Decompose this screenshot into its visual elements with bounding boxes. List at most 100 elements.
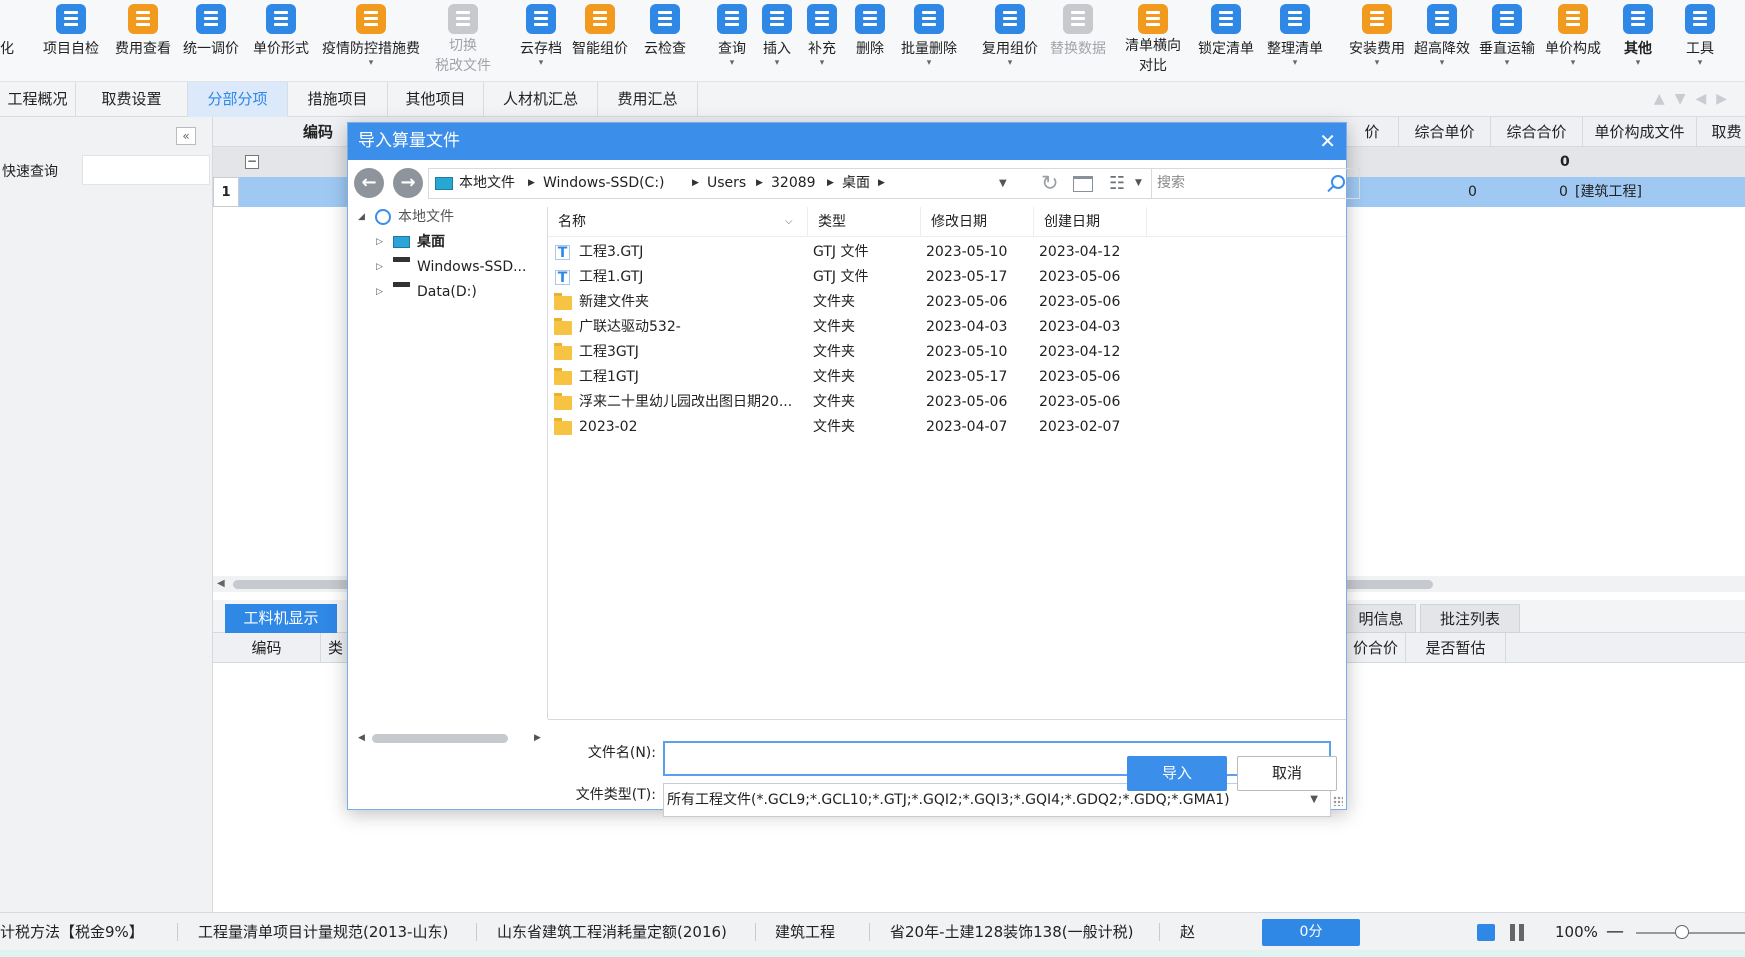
switch-tax-button[interactable]: 切换 税改文件	[432, 0, 494, 82]
tab-fee-settings[interactable]: 取费设置	[76, 82, 188, 117]
view-mode-icon[interactable]: ☷	[1109, 174, 1125, 194]
quick-search-input[interactable]	[82, 155, 210, 185]
resize-grip-icon[interactable]	[1333, 796, 1343, 806]
tab-project-overview[interactable]: 工程概况	[0, 82, 76, 117]
chevron-right-icon[interactable]: ▶	[827, 169, 834, 198]
chevron-right-icon[interactable]: ▶	[878, 169, 885, 198]
collapse-icon[interactable]: «	[176, 127, 196, 145]
tree-item-desktop[interactable]: 桌面	[417, 232, 445, 252]
chevron-right-icon[interactable]: ▶	[756, 169, 763, 198]
column-name[interactable]: 名称	[548, 207, 808, 237]
breadcrumb-desktop[interactable]: 桌面	[842, 169, 870, 198]
tree-item-local-files[interactable]: 本地文件	[398, 207, 454, 227]
column-type[interactable]: 类型	[808, 207, 921, 237]
folder-row[interactable]: 新建文件夹 文件夹 2023-05-06 2023-05-06	[548, 290, 1346, 315]
vertical-transport-button[interactable]: 垂直运输 ▾	[1476, 0, 1538, 82]
toolbar-item-partial[interactable]: 化	[0, 0, 14, 82]
high-rise-button[interactable]: 超高降效 ▾	[1411, 0, 1473, 82]
tab-labor-material-display[interactable]: 工料机显示	[225, 604, 337, 633]
scrollbar-thumb[interactable]	[372, 734, 508, 743]
tree-horizontal-scrollbar[interactable]: ◀ ▶	[348, 729, 548, 747]
breadcrumb-users[interactable]: Users	[707, 169, 746, 198]
query-button[interactable]: 查询 ▾	[712, 0, 752, 82]
breadcrumb-user-folder[interactable]: 32089	[771, 169, 816, 198]
expand-down-icon[interactable]: ◢	[358, 207, 365, 227]
chevron-down-icon[interactable]: ▼	[1135, 169, 1142, 198]
tab-detail-info[interactable]: 明信息	[1346, 604, 1416, 633]
column-modified[interactable]: 修改日期	[921, 207, 1034, 237]
filename-input[interactable]	[663, 741, 1331, 776]
folder-row[interactable]: 广联达驱动532- 文件夹 2023-04-03 2023-04-03	[548, 315, 1346, 340]
forward-arrow-icon[interactable]: →	[393, 168, 423, 198]
organize-list-button[interactable]: 整理清单 ▾	[1264, 0, 1326, 82]
navigation-arrows-icon[interactable]: ▲▼◀▶	[1654, 91, 1737, 107]
folder-row[interactable]: 工程3GTJ 文件夹 2023-05-10 2023-04-12	[548, 340, 1346, 365]
breadcrumb[interactable]: 本地文件 ▶ Windows-SSD(C:) ▶ Users ▶ 32089 ▶…	[429, 169, 1024, 198]
unit-price-form-button[interactable]: 单价形式	[250, 0, 312, 82]
sort-down-icon[interactable]: ⌵	[785, 207, 793, 237]
search-input[interactable]	[1155, 171, 1315, 195]
tab-fee-summary[interactable]: 费用汇总	[598, 82, 698, 117]
tab-annotation-list[interactable]: 批注列表	[1420, 604, 1520, 633]
cancel-button[interactable]: 取消	[1237, 756, 1337, 791]
zoom-out-button[interactable]: —	[1606, 913, 1624, 951]
fee-view-button[interactable]: 费用查看	[112, 0, 174, 82]
tab-other-items[interactable]: 其他项目	[388, 82, 484, 117]
project-check-button[interactable]: 项目自检	[40, 0, 102, 82]
tab-measures[interactable]: 措施项目	[288, 82, 388, 117]
install-fee-button[interactable]: 安装费用 ▾	[1346, 0, 1408, 82]
delete-button[interactable]: 删除	[850, 0, 890, 82]
file-row[interactable]: T 工程1.GTJ GTJ 文件 2023-05-17 2023-05-06	[548, 265, 1346, 290]
collapse-minus-icon[interactable]: −	[245, 155, 259, 169]
folder-row[interactable]: 工程1GTJ 文件夹 2023-05-17 2023-05-06	[548, 365, 1346, 390]
expand-right-icon[interactable]: ▷	[376, 257, 383, 277]
back-arrow-icon[interactable]: ←	[354, 168, 384, 198]
chevron-right-icon[interactable]: ▶	[528, 169, 535, 198]
lower-header-total-price: 价合价	[1346, 633, 1406, 663]
lock-list-button[interactable]: 锁定清单	[1195, 0, 1257, 82]
folder-row[interactable]: 浮来二十里幼儿园改出图日期20... 文件夹 2023-05-06 2023-0…	[548, 390, 1346, 415]
refresh-icon[interactable]: ↻	[1041, 170, 1059, 197]
file-created: 2023-04-03	[1039, 319, 1121, 335]
chevron-down-icon[interactable]: ▼	[999, 169, 1007, 198]
breadcrumb-local-files[interactable]: 本地文件	[459, 169, 515, 198]
cloud-save-button[interactable]: 云存档 ▾	[510, 0, 572, 82]
filetype-select[interactable]: 所有工程文件(*.GCL9;*.GCL10;*.GTJ;*.GQI2;*.GQI…	[663, 783, 1331, 817]
split-view-icon[interactable]	[1510, 924, 1524, 941]
list-compare-button[interactable]: 清单横向 对比	[1122, 0, 1184, 82]
tab-labor-material-summary[interactable]: 人材机汇总	[484, 82, 598, 117]
smart-pricing-button[interactable]: 智能组价	[568, 0, 632, 82]
adjust-price-button[interactable]: 统一调价	[180, 0, 242, 82]
scroll-left-icon[interactable]: ◀	[358, 729, 365, 747]
breadcrumb-windows-ssd[interactable]: Windows-SSD(C:)	[543, 169, 665, 198]
tools-button[interactable]: 工具 ▾	[1680, 0, 1720, 82]
insert-button[interactable]: 插入 ▾	[757, 0, 797, 82]
close-icon[interactable]: ✕	[1319, 123, 1336, 160]
supplement-button[interactable]: 补充 ▾	[802, 0, 842, 82]
zoom-slider[interactable]	[1636, 932, 1745, 934]
tree-item-windows-ssd[interactable]: Windows-SSD...	[417, 257, 526, 277]
price-composition-button[interactable]: 单价构成 ▾	[1542, 0, 1604, 82]
other-button[interactable]: 其他 ▾	[1618, 0, 1658, 82]
import-button[interactable]: 导入	[1127, 756, 1227, 791]
column-created[interactable]: 创建日期	[1034, 207, 1147, 237]
folder-row[interactable]: 2023-02 文件夹 2023-04-07 2023-02-07	[548, 415, 1346, 440]
epidemic-fee-button[interactable]: 疫情防控措施费 ▾	[318, 0, 424, 82]
tree-item-data-d[interactable]: Data(D:)	[417, 282, 477, 302]
search-icon[interactable]	[1331, 175, 1345, 189]
scroll-left-icon[interactable]: ◀	[217, 576, 225, 592]
cloud-check-button[interactable]: 云检查	[637, 0, 693, 82]
chevron-right-icon[interactable]: ▶	[692, 169, 699, 198]
batch-delete-button[interactable]: 批量删除 ▾	[898, 0, 960, 82]
expand-right-icon[interactable]: ▷	[376, 282, 383, 302]
reuse-pricing-button[interactable]: 复用组价 ▾	[978, 0, 1042, 82]
replace-data-button[interactable]: 替换数据	[1046, 0, 1110, 82]
normal-view-icon[interactable]	[1477, 924, 1495, 941]
score-button[interactable]: 0分	[1262, 919, 1360, 946]
tab-subsection[interactable]: 分部分项	[188, 82, 288, 117]
file-row[interactable]: T 工程3.GTJ GTJ 文件 2023-05-10 2023-04-12	[548, 240, 1346, 265]
expand-right-icon[interactable]: ▷	[376, 232, 383, 252]
scroll-right-icon[interactable]: ▶	[534, 729, 541, 747]
new-folder-icon[interactable]	[1073, 176, 1093, 192]
zoom-slider-handle[interactable]	[1675, 925, 1689, 939]
